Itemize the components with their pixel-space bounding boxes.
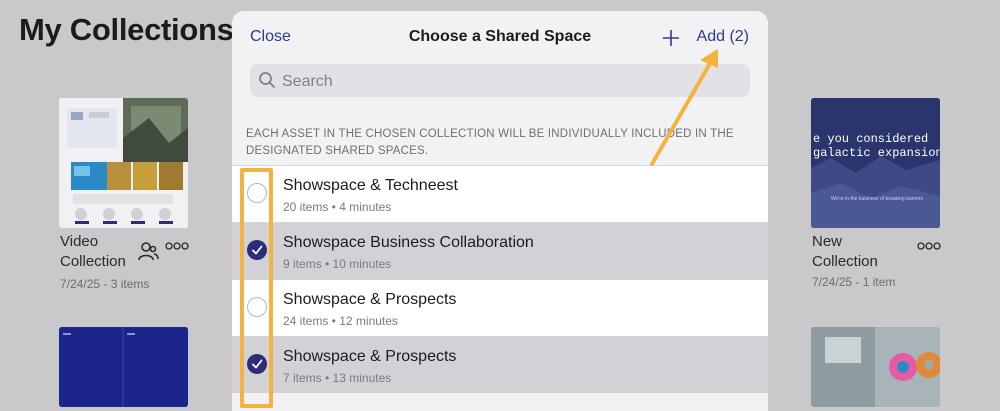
annotation-arrow [650, 49, 718, 166]
